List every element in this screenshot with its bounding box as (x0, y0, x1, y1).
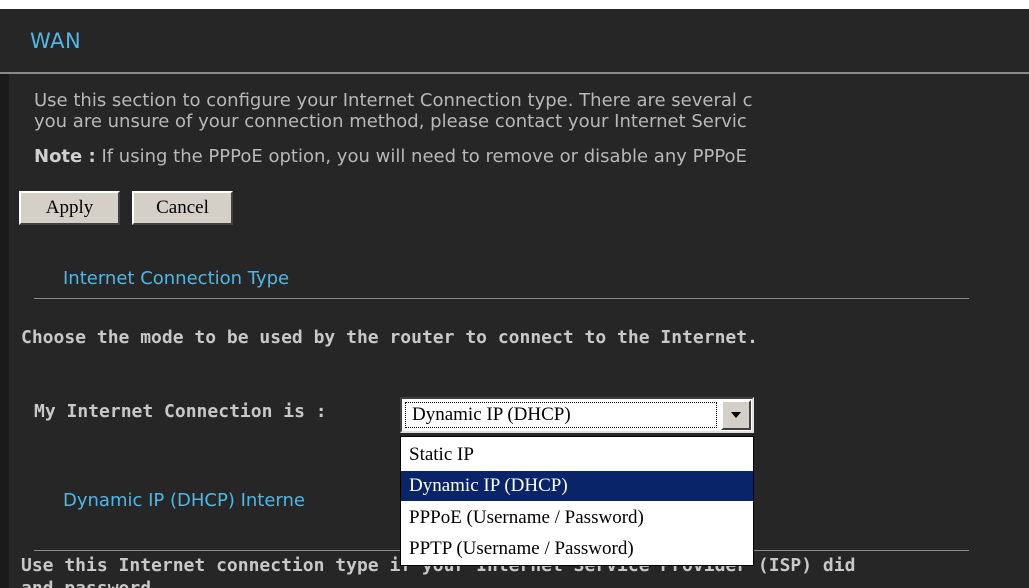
section-header: WAN (0, 9, 1029, 74)
note-text: Note : If using the PPPoE option, you wi… (34, 146, 747, 167)
left-edge (0, 74, 9, 588)
connection-type-options-list[interactable]: Static IP Dynamic IP (DHCP) PPPoE (Usern… (400, 436, 754, 566)
connection-field-label: My Internet Connection is : (34, 401, 327, 422)
cancel-button[interactable]: Cancel (132, 191, 233, 225)
connection-type-select[interactable]: Dynamic IP (DHCP) (400, 397, 754, 433)
dhcp-section-heading: Dynamic IP (DHCP) Interne (63, 490, 305, 511)
note-label: Note : (34, 146, 96, 167)
apply-button[interactable]: Apply (19, 191, 120, 225)
note-body: If using the PPPoE option, you will need… (95, 146, 747, 167)
option-pppoe[interactable]: PPPoE (Username / Password) (401, 503, 753, 533)
intro-text-line-2: you are unsure of your connection method… (34, 111, 747, 132)
intro-text-line-1: Use this section to configure your Inter… (34, 90, 753, 111)
wan-settings-page: WAN Use this section to configure your I… (0, 0, 1029, 588)
connection-type-heading: Internet Connection Type (63, 268, 290, 289)
option-dynamic-ip[interactable]: Dynamic IP (DHCP) (401, 471, 753, 501)
connection-type-selected-value[interactable]: Dynamic IP (DHCP) (405, 402, 717, 428)
connection-type-divider (34, 298, 969, 299)
dropdown-arrow-button[interactable] (721, 400, 751, 430)
option-pptp[interactable]: PPTP (Username / Password) (401, 534, 753, 564)
option-static-ip[interactable]: Static IP (401, 440, 753, 470)
chevron-down-icon (731, 412, 741, 418)
section-title: WAN (30, 29, 82, 53)
top-strip (0, 0, 1029, 9)
connection-type-description: Choose the mode to be used by the router… (21, 327, 758, 348)
dhcp-description-line-2: and password. (21, 578, 162, 588)
